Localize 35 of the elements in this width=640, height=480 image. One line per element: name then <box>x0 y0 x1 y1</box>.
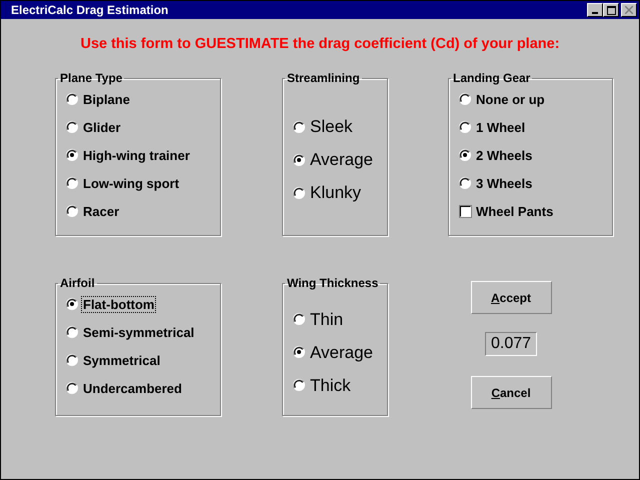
radio-option[interactable]: Undercambered <box>66 380 220 397</box>
instruction-text: Use this form to GUESTIMATE the drag coefficient (Cd) of your plane: <box>79 36 561 52</box>
radio-option[interactable]: Flat-bottom <box>66 296 220 313</box>
radio-option[interactable]: Average <box>293 152 387 168</box>
group-label: Wing Thickness <box>286 276 380 290</box>
checkbox-option[interactable]: Wheel Pants <box>459 203 612 220</box>
radio-option[interactable]: Symmetrical <box>66 352 220 369</box>
close-icon <box>625 6 633 14</box>
radio-option[interactable]: Biplane <box>66 91 220 108</box>
window-title: ElectriCalc Drag Estimation <box>11 3 170 17</box>
radio-option[interactable]: 1 Wheel <box>459 119 612 136</box>
accept-button[interactable]: Accept <box>470 281 552 314</box>
group-label: Plane Type <box>59 71 124 85</box>
cancel-button[interactable]: Cancel <box>470 376 552 409</box>
radio-option[interactable]: Glider <box>66 119 220 136</box>
radio-option[interactable]: Klunky <box>293 184 387 202</box>
group-label: Streamlining <box>286 71 361 85</box>
radio-option[interactable]: High-wing trainer <box>66 147 220 164</box>
radio-option[interactable]: Semi-symmetrical <box>66 324 220 341</box>
maximize-icon <box>606 6 616 14</box>
group-label: Airfoil <box>59 276 96 290</box>
radio-option[interactable]: Average <box>293 344 387 361</box>
radio-option[interactable]: 2 Wheels <box>459 147 612 164</box>
maximize-button[interactable] <box>603 3 619 17</box>
radio-option[interactable]: None or up <box>459 91 612 108</box>
radio-option[interactable]: 3 Wheels <box>459 175 612 192</box>
radio-option[interactable]: Thick <box>293 377 387 394</box>
result-display: 0.077 <box>484 332 538 356</box>
group-label: Landing Gear <box>452 71 532 85</box>
minimize-button[interactable] <box>587 3 603 17</box>
radio-option[interactable]: Low-wing sport <box>66 175 220 192</box>
radio-option[interactable]: Sleek <box>293 118 387 136</box>
close-button[interactable] <box>621 3 637 17</box>
radio-option[interactable]: Thin <box>293 311 387 328</box>
radio-option[interactable]: Racer <box>66 203 220 220</box>
